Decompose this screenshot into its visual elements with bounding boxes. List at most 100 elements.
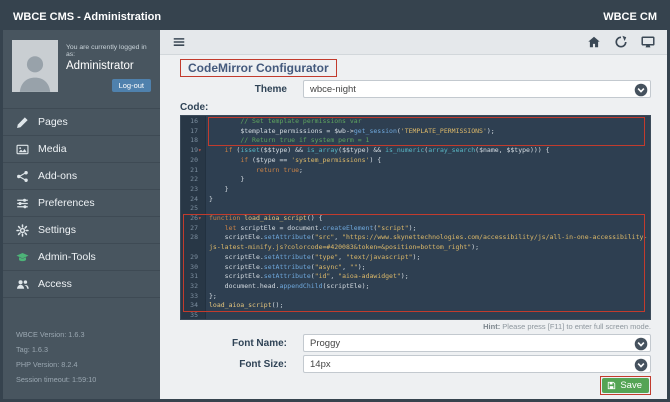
line-number: 21 [181, 166, 205, 176]
code-label: Code: [180, 102, 209, 113]
login-note: You are currently logged in as: [66, 44, 147, 58]
line-number: 19 ▾ [181, 146, 205, 156]
fold-arrow-icon[interactable]: ▾ [198, 146, 204, 156]
sidebar-item-label: Preferences [38, 197, 95, 209]
font-size-row: Font Size: 14px [180, 355, 651, 373]
fold-slot [198, 175, 204, 185]
sliders-icon [16, 197, 29, 210]
toolbar [160, 30, 667, 55]
theme-row: Theme wbce-night [180, 80, 651, 98]
code-line[interactable]: 21 return true; [181, 166, 650, 176]
sidebar-item-preferences[interactable]: Preferences [3, 190, 160, 217]
fold-slot [198, 301, 204, 311]
code-line[interactable]: 35 [181, 311, 650, 319]
font-name-label: Font Name: [232, 337, 287, 349]
code-line[interactable]: 18 // Return true if system perm = 1 [181, 136, 650, 146]
code-line[interactable]: 31 scriptEle.setAttribute("id", "aioa-ad… [181, 272, 650, 282]
line-number: 26 ▾ [181, 214, 205, 224]
display-icon[interactable] [641, 35, 655, 49]
code-line[interactable]: 20 if ($type == 'system_permissions') { [181, 156, 650, 166]
hint-label: Hint: [483, 322, 501, 331]
sidebar-menu: Pages Media Add-ons Preferences Settings Admi… [3, 108, 160, 298]
line-number: 30 [181, 263, 205, 273]
chevron-down-icon[interactable] [634, 83, 648, 97]
theme-value: wbce-night [310, 83, 356, 95]
line-number: 27 [181, 224, 205, 234]
users-icon [16, 278, 29, 291]
chevron-down-icon[interactable] [634, 358, 648, 372]
page-content: CodeMirror Configurator Theme wbce-night… [160, 55, 667, 399]
menu-icon[interactable] [172, 35, 186, 49]
main-area: CodeMirror Configurator Theme wbce-night… [160, 30, 667, 399]
code-editor[interactable]: 16 // Set template permissions var 17 $te… [180, 115, 651, 320]
fold-slot [198, 166, 204, 176]
sidebar-item-media[interactable]: Media [3, 136, 160, 163]
sidebar-item-access[interactable]: Access [3, 271, 160, 298]
font-name-select[interactable]: Proggy [303, 334, 651, 352]
code-line[interactable]: 23 } [181, 185, 650, 195]
sidebar-footer-line: Session timeout: 1:59:10 [16, 375, 97, 384]
code-line[interactable]: 29 scriptEle.setAttribute("type", "text/… [181, 253, 650, 263]
chevron-down-icon[interactable] [634, 337, 648, 351]
sidebar-item-label: Settings [38, 224, 76, 236]
fold-slot [198, 253, 204, 263]
line-number: 24 [181, 195, 205, 205]
code-line[interactable]: 26 ▾ function load_aioa_script() { [181, 214, 650, 224]
code-lines: 16 // Set template permissions var 17 $te… [181, 117, 650, 319]
code-line[interactable]: 25 [181, 204, 650, 214]
save-button[interactable]: Save [602, 378, 649, 393]
code-line[interactable]: 24} [181, 195, 650, 205]
font-name-row: Font Name: Proggy [180, 334, 651, 352]
sidebar-item-label: Admin-Tools [38, 251, 96, 263]
sidebar-item-addons[interactable]: Add-ons [3, 163, 160, 190]
code-line[interactable]: 19 ▾ if (isset($$type) && is_array($$type… [181, 146, 650, 156]
sidebar: You are currently logged in as: Administ… [3, 30, 160, 399]
code-line[interactable]: 32 document.head.appendChild(scriptEle); [181, 282, 650, 292]
code-line[interactable]: 17 $template_permissions = $wb->get_sess… [181, 127, 650, 137]
line-number: 34 [181, 301, 205, 311]
sidebar-item-settings[interactable]: Settings [3, 217, 160, 244]
code-line[interactable]: 27 let scriptEle = document.createElemen… [181, 224, 650, 234]
gear-icon [16, 223, 29, 237]
code-line[interactable]: 30 scriptEle.setAttribute("async", ""); [181, 263, 650, 273]
sidebar-footer-line: WBCE Version: 1.6.3 [16, 330, 85, 339]
sidebar-footer-line: PHP Version: 8.2.4 [16, 360, 78, 369]
sidebar-item-admin-tools[interactable]: Admin-Tools [3, 244, 160, 271]
font-size-value: 14px [310, 358, 331, 370]
code-line[interactable]: 22 } [181, 175, 650, 185]
code-line[interactable]: 16 // Set template permissions var [181, 117, 650, 127]
back-icon[interactable] [614, 35, 628, 49]
line-number: 23 [181, 185, 205, 195]
fold-slot [198, 224, 204, 234]
image-icon [16, 143, 29, 156]
code-line[interactable]: 34 load_aioa_script(); [181, 301, 650, 311]
sidebar-footer: WBCE Version: 1.6.3 Tag: 1.6.3 PHP Version… [3, 327, 160, 399]
save-row: Save [180, 376, 651, 395]
line-number: 18 [181, 136, 205, 146]
font-size-select[interactable]: 14px [303, 355, 651, 373]
font-name-value: Proggy [310, 337, 341, 349]
fold-slot [198, 263, 204, 273]
logout-button[interactable]: Log-out [111, 79, 151, 92]
fold-arrow-icon[interactable]: ▾ [198, 214, 204, 224]
home-icon[interactable] [587, 35, 601, 49]
app-window: WBCE CMS - Administration WBCE CM You ar… [0, 0, 670, 402]
theme-label: Theme [254, 83, 287, 95]
page-title: CodeMirror Configurator [180, 59, 337, 77]
line-number: 32 [181, 282, 205, 292]
sidebar-footer-line: Tag: 1.6.3 [16, 345, 49, 354]
sidebar-item-pages[interactable]: Pages [3, 109, 160, 136]
code-line[interactable]: 33}; [181, 292, 650, 302]
avatar [12, 40, 58, 92]
toolbar-right-icons [587, 35, 655, 49]
pencil-icon [16, 116, 29, 129]
graduation-cap-icon [16, 251, 29, 264]
fold-slot [198, 311, 204, 319]
fold-slot [198, 233, 204, 252]
theme-select[interactable]: wbce-night [303, 80, 651, 98]
line-number: 31 [181, 272, 205, 282]
brand-right: WBCE CM [603, 10, 657, 23]
line-number: 22 [181, 175, 205, 185]
code-line[interactable]: 28 scriptEle.setAttribute("src", "https:… [181, 233, 650, 252]
sidebar-item-label: Add-ons [38, 170, 78, 182]
